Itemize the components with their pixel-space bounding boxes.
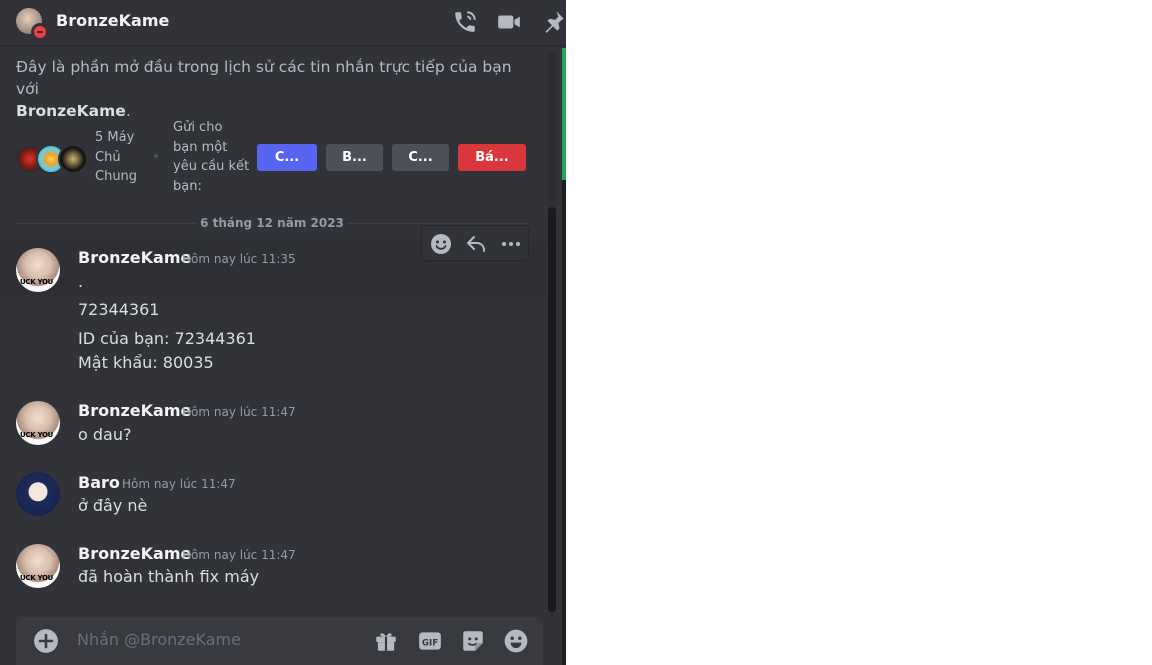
- emoji-icon[interactable]: [503, 628, 529, 654]
- online-indicator-bar: [562, 48, 566, 180]
- add-reaction-icon[interactable]: [429, 232, 453, 256]
- attach-plus-icon[interactable]: [33, 628, 59, 654]
- message-avatar[interactable]: [16, 401, 60, 445]
- message-text: đã hoàn thành fix máy: [78, 567, 260, 586]
- intro-sentence: Đây là phần mở đầu trong lịch sử các tin…: [16, 58, 512, 98]
- pin-icon[interactable]: [540, 9, 566, 35]
- gift-icon[interactable]: [373, 628, 399, 654]
- svg-text:GIF: GIF: [422, 638, 438, 648]
- chat-header: BronzeKame: [0, 0, 566, 46]
- mutual-servers-link[interactable]: 5 Máy Chủ Chung: [95, 128, 155, 187]
- header-title[interactable]: BronzeKame: [56, 11, 169, 30]
- message-input[interactable]: Nhắn @BronzeKame: [77, 630, 241, 649]
- message-avatar[interactable]: [16, 472, 60, 516]
- message-composer: Nhắn @BronzeKame GIF: [16, 617, 543, 665]
- friend-request-text: Gửi cho bạn một yêu cầu kết bạn:: [173, 120, 250, 194]
- message-author[interactable]: BronzeKame: [78, 544, 191, 563]
- message-avatar[interactable]: [16, 248, 60, 292]
- block-button[interactable]: B...: [326, 144, 383, 171]
- sticker-icon[interactable]: [460, 628, 486, 654]
- reply-icon[interactable]: [464, 232, 488, 256]
- gif-icon[interactable]: GIF: [417, 628, 443, 654]
- mutual-server-icon[interactable]: [58, 144, 88, 174]
- message-avatar[interactable]: [16, 544, 60, 588]
- separator-dot: [154, 154, 158, 158]
- video-call-icon[interactable]: [496, 9, 522, 35]
- date-divider: 6 tháng 12 năm 2023: [16, 215, 528, 231]
- message-actions-toolbar: [421, 225, 529, 261]
- ignore-button[interactable]: C...: [392, 144, 449, 171]
- message-text: o dau?: [78, 425, 132, 444]
- message-timestamp: Hôm nay lúc 11:47: [182, 405, 296, 419]
- message-timestamp: Hôm nay lúc 11:47: [182, 548, 296, 562]
- panel-edge: [562, 180, 566, 665]
- message-author[interactable]: Baro: [78, 473, 120, 492]
- message-author[interactable]: BronzeKame: [78, 401, 191, 420]
- dm-intro-text: Đây là phần mở đầu trong lịch sử các tin…: [16, 58, 512, 120]
- message-text: 72344361: [78, 300, 160, 319]
- voice-call-icon[interactable]: [452, 9, 478, 35]
- divider-date: 6 tháng 12 năm 2023: [196, 215, 348, 231]
- dm-chat-window: BronzeKame Đây là phần mở đầu trong lịch…: [0, 0, 566, 665]
- message-text: Mật khẩu: 80035: [78, 353, 214, 372]
- message-text: ở đây nè: [78, 496, 148, 515]
- message-author[interactable]: BronzeKame: [78, 248, 191, 267]
- report-button[interactable]: Bá...: [458, 144, 526, 171]
- message-timestamp: Hôm nay lúc 11:35: [182, 252, 296, 266]
- message-text: ID của bạn: 72344361: [78, 329, 256, 348]
- message-timestamp: Hôm nay lúc 11:47: [122, 477, 236, 491]
- more-options-icon[interactable]: [499, 232, 523, 256]
- accept-button[interactable]: C...: [257, 144, 317, 171]
- dnd-status-icon: [31, 23, 49, 41]
- message-text: .: [78, 272, 84, 291]
- mutual-info-row: 5 Máy Chủ Chung Gửi cho bạn một yêu cầu …: [15, 118, 536, 198]
- scrollbar-thumb[interactable]: [548, 207, 556, 612]
